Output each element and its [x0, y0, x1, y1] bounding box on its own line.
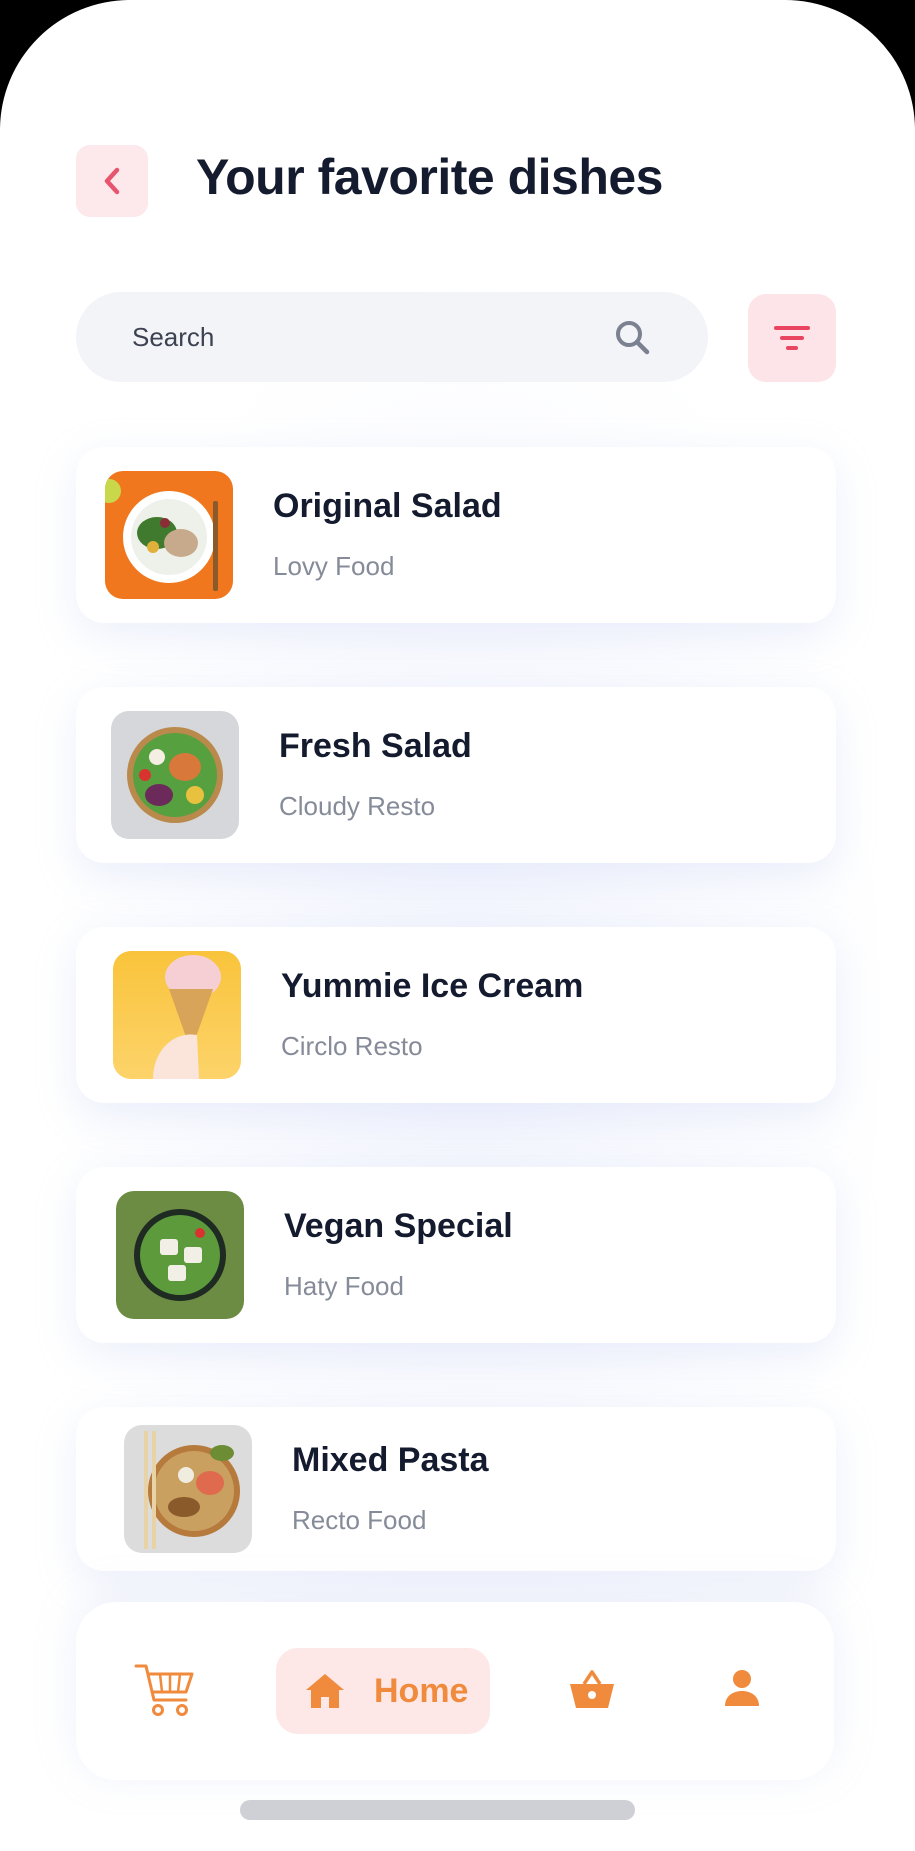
- nav-home-button[interactable]: Home: [276, 1648, 490, 1734]
- dish-card-yummie-ice-cream[interactable]: Yummie Ice Cream Circlo Resto: [76, 927, 836, 1103]
- dish-card-vegan-special[interactable]: Vegan Special Haty Food: [76, 1167, 836, 1343]
- dish-image: [113, 951, 241, 1079]
- bottom-nav: Home: [76, 1602, 834, 1780]
- page-title: Your favorite dishes: [196, 149, 663, 205]
- nav-home-label: Home: [374, 1672, 469, 1710]
- chevron-left-icon: [104, 167, 120, 195]
- dish-restaurant: Lovy Food: [273, 551, 395, 581]
- back-button[interactable]: [76, 145, 148, 217]
- dish-image: [105, 471, 233, 599]
- filter-button[interactable]: [748, 294, 836, 382]
- dish-name: Yummie Ice Cream: [281, 967, 584, 1005]
- header: Your favorite dishes: [0, 0, 915, 240]
- dish-restaurant: Recto Food: [292, 1505, 427, 1535]
- profile-icon[interactable]: [722, 1668, 762, 1708]
- dish-card-mixed-pasta[interactable]: Mixed Pasta Recto Food: [76, 1407, 836, 1571]
- dish-image: [124, 1425, 252, 1553]
- dish-image: [116, 1191, 244, 1319]
- dish-image: [111, 711, 239, 839]
- dish-name: Fresh Salad: [279, 727, 472, 765]
- dish-restaurant: Haty Food: [284, 1271, 404, 1301]
- dish-name: Original Salad: [273, 487, 502, 525]
- search-icon[interactable]: [611, 316, 655, 360]
- cart-icon[interactable]: [134, 1662, 196, 1718]
- search-placeholder: Search: [132, 322, 215, 352]
- basket-icon[interactable]: [568, 1668, 616, 1710]
- dish-restaurant: Circlo Resto: [281, 1031, 423, 1061]
- app-screen: Your favorite dishes Search Original Sal…: [0, 0, 915, 1851]
- search-input[interactable]: Search: [76, 292, 708, 382]
- dish-name: Mixed Pasta: [292, 1441, 489, 1479]
- dish-name: Vegan Special: [284, 1207, 513, 1245]
- dish-restaurant: Cloudy Resto: [279, 791, 436, 821]
- dish-card-fresh-salad[interactable]: Fresh Salad Cloudy Resto: [76, 687, 836, 863]
- home-icon: [306, 1674, 344, 1708]
- filter-icon: [774, 326, 810, 350]
- home-indicator: [240, 1800, 635, 1820]
- dish-card-original-salad[interactable]: Original Salad Lovy Food: [76, 447, 836, 623]
